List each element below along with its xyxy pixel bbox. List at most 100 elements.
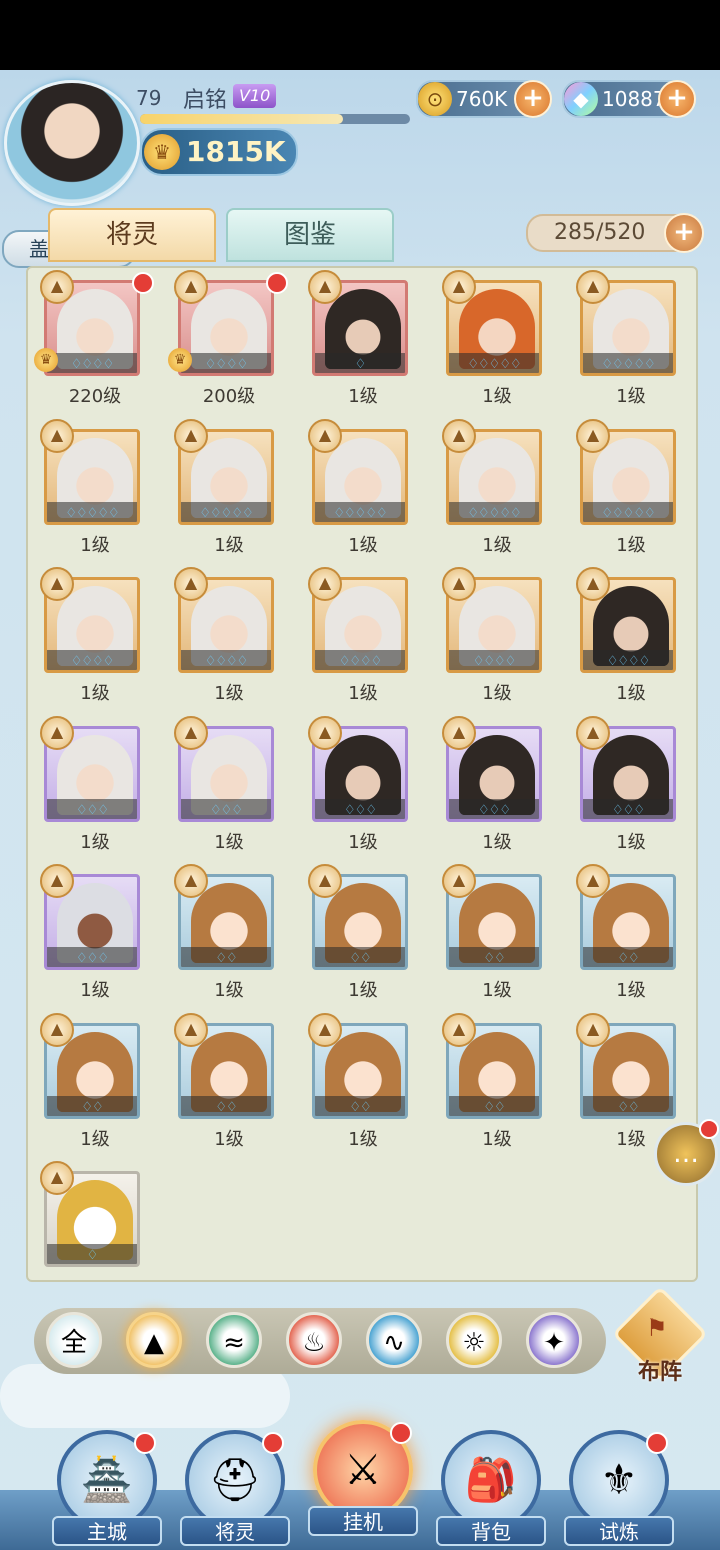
hero-card[interactable]: ▲ ♢♢♢ 1级 [162,714,296,859]
filter-fire[interactable]: ♨ [286,1312,342,1368]
tab-codex[interactable]: 图鉴 [226,208,394,262]
mountain-element-icon: ▲ [308,864,342,898]
nav-backpack[interactable]: 🎒 背包 [436,1430,546,1550]
water-drop-stars: ♢♢ [617,951,639,966]
gem-value: 10887 [602,87,666,111]
hero-card[interactable]: ▲ ♢♢♢♢ 1级 [430,565,564,710]
vip-badge[interactable]: V10 [233,84,277,108]
mountain-element-icon: ▲ [576,270,610,304]
hero-card[interactable]: ▲ ♢♢ 1级 [28,1011,162,1156]
mountain-icon: ▲ [144,1328,164,1358]
water-drop-stars: ♢♢ [483,951,505,966]
hero-card[interactable]: ▲ ♢♢♢ 1级 [28,862,162,1007]
hero-card[interactable]: ▲ ♢♢♢♢♢ 1级 [564,268,698,413]
hero-card[interactable]: ▲ ♢♢♢♢♢ 1级 [430,417,564,562]
hero-grid: ▲ ♛ ♢♢♢♢ 220级 ▲ ♛ ♢♢♢♢ 200级 ▲ ♢ 1级 ▲ ♢♢♢♢♢ 1级 ▲ ♢♢♢♢♢ 1级… [26,266,698,1282]
hero-card[interactable]: ▲ ♢♢♢♢♢ 1级 [296,417,430,562]
nav-label: 主城 [52,1516,162,1546]
filter-all[interactable]: 全 [46,1312,102,1368]
water-drop-stars: ♢♢♢ [210,802,243,818]
water-drop-stars: ♢♢♢♢ [338,654,383,669]
hero-card[interactable]: ▲ ♢♢ 1级 [296,862,430,1007]
add-coins-button[interactable]: + [514,80,552,118]
hero-card[interactable]: ▲ ♢♢♢♢ 1级 [564,565,698,710]
notification-dot [134,1432,156,1454]
hero-card[interactable]: ▲ ♢♢♢♢♢ 1级 [162,417,296,562]
mountain-element-icon: ▲ [442,715,476,750]
mountain-element-icon: ▲ [308,567,342,601]
filter-star[interactable]: ✦ [526,1312,582,1368]
hero-card[interactable]: ▲ ♛ ♢♢♢♢ 220级 [28,268,162,413]
nav-banner[interactable]: ⚜ 试炼 [564,1430,674,1550]
nav-label: 挂机 [308,1506,418,1536]
hero-card[interactable]: ▲ ♢♢♢ 1级 [28,714,162,859]
hero-card[interactable]: ▲ ♢♢♢ 1级 [564,714,698,859]
hero-card[interactable]: ▲ ♢♢♢♢♢ 1级 [564,417,698,562]
hero-card[interactable]: ▲ ♢♢ 1级 [430,862,564,1007]
coin-icon: ⊙ [418,82,452,116]
hero-level: 220级 [68,386,122,407]
hero-level: 1级 [80,831,110,853]
mountain-element-icon: ▲ [442,270,476,304]
hero-level: 1级 [214,1128,244,1150]
mountain-element-icon: ▲ [576,715,610,750]
xp-bar-fill [140,114,343,124]
header: 盖世战神 79 启铭 V10 ♛ 1815K ⊙ 760K + ◆ 10887 … [0,70,720,270]
coin-counter: ⊙ 760K + [416,80,552,118]
hero-level: 1级 [348,1128,378,1150]
water-drop-stars: ♢♢♢♢♢ [65,505,119,521]
deploy-button[interactable]: ⚑ 布阵 [611,1285,709,1390]
hero-card[interactable]: ▲ ♢♢♢♢ 1级 [296,565,430,710]
hero-card[interactable]: ▲ ♢♢♢ 1级 [296,714,430,859]
water-drop-stars: ♢♢♢♢♢ [601,357,655,372]
hero-card[interactable]: ▲ ♢♢♢ 1级 [430,714,564,859]
hero-card[interactable]: ▲ ♢♢ 1级 [564,862,698,1007]
water-drop-stars: ♢♢ [617,1099,639,1115]
hero-capacity: 285/520 + [526,213,704,253]
mountain-element-icon: ▲ [40,864,74,898]
hero-card[interactable]: ▲ ♢♢ 1级 [296,1011,430,1156]
tab-heroes[interactable]: 将灵 [48,208,216,262]
power-display: ♛ 1815K [140,128,298,176]
hero-card[interactable]: ▲ ♢♢ 1级 [162,862,296,1007]
water-drop-stars: ♢♢ [81,1099,103,1115]
nav-castle[interactable]: 🏯 主城 [52,1430,162,1550]
hero-card[interactable]: ▲ ♢♢ 1级 [430,1011,564,1156]
mountain-element-icon: ▲ [442,864,476,898]
hero-card[interactable]: ▲ ♢♢♢♢♢ 1级 [28,417,162,562]
star-icon: ✦ [543,1328,565,1358]
hero-level: 1级 [482,980,512,1001]
add-gems-button[interactable]: + [658,80,696,118]
water-drop-stars: ♢♢♢♢ [606,654,651,669]
hero-card[interactable]: ▲ ♛ ♢♢♢♢ 200级 [162,268,296,413]
hero-screen: 盖世战神 79 启铭 V10 ♛ 1815K ⊙ 760K + ◆ 10887 … [0,70,720,1550]
filter-sun[interactable]: ☼ [446,1312,502,1368]
hero-card[interactable]: ▲ ♢ [28,1159,162,1304]
hero-level: 1级 [80,980,110,1001]
nav-warrior-helmet[interactable]: ⛑ 将灵 [180,1430,290,1550]
mountain-element-icon: ▲ [576,864,610,898]
expand-capacity-button[interactable]: + [664,213,704,253]
nav-crossed-swords[interactable]: ⚔ 挂机 [308,1420,418,1540]
hero-card[interactable]: ▲ ♢♢♢♢ 1级 [28,565,162,710]
water-drop-stars: ♢ [86,1248,99,1263]
hero-card[interactable]: ▲ ♢♢ 1级 [162,1011,296,1156]
water-drop-stars: ♢♢♢♢♢ [199,505,253,521]
hero-card[interactable]: ▲ ♢♢♢♢♢ 1级 [430,268,564,413]
filter-wind[interactable]: ≈ [206,1312,262,1368]
mountain-element-icon: ▲ [576,418,610,453]
filter-mountain[interactable]: ▲ [126,1312,182,1368]
filter-water[interactable]: ∿ [366,1312,422,1368]
chat-button[interactable]: … [654,1119,719,1186]
notification-dot [262,1432,284,1454]
water-drop-stars: ♢♢♢♢ [70,654,115,669]
hero-card[interactable]: ▲ ♢♢♢♢ 1级 [162,565,296,710]
mountain-element-icon: ▲ [576,1012,610,1047]
backpack-icon: 🎒 [441,1430,541,1530]
nav-label: 试炼 [564,1516,674,1546]
hero-card[interactable]: ▲ ♢ 1级 [296,268,430,413]
player-avatar[interactable] [4,80,140,206]
water-drop-stars: ♢♢ [215,951,237,966]
hero-level: 1级 [348,683,378,704]
sun-icon: ☼ [462,1328,486,1358]
